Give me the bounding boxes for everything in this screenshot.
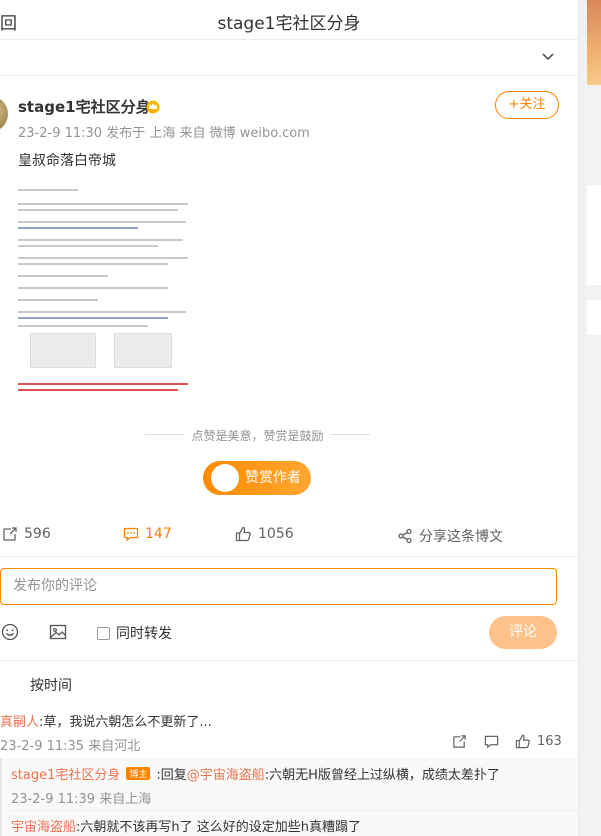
- like-count: 1056: [258, 526, 294, 542]
- divider: [0, 660, 578, 661]
- reply-item: stage1宅社区分身 博主 :回复@宇宙海盗船:六朝无H版曾经上过纵横，成绩太差扑…: [11, 764, 500, 783]
- comment-count: 147: [145, 526, 172, 542]
- repost-checkbox[interactable]: 同时转发: [97, 623, 172, 643]
- divider: [0, 556, 578, 557]
- reply-mention[interactable]: @宇宙海盗船: [187, 768, 265, 783]
- comment-icon[interactable]: [484, 734, 499, 749]
- repost-icon[interactable]: [452, 734, 467, 749]
- repost-checkbox-label: 同时转发: [116, 626, 172, 642]
- comment-item: 真嗣人:草，我说六朝怎么不更新了...: [0, 711, 212, 730]
- side-card: [587, 185, 601, 285]
- share-label: 分享这条博文: [419, 529, 503, 545]
- like-action[interactable]: 1056: [235, 526, 294, 542]
- reply-text: :回复: [156, 768, 187, 783]
- share-action[interactable]: 分享这条博文: [397, 526, 503, 546]
- chevron-down-icon[interactable]: [540, 48, 556, 64]
- side-card: [587, 300, 601, 335]
- divider: [11, 810, 578, 811]
- author-name[interactable]: stage1宅社区分身: [18, 96, 151, 117]
- page-title: stage1宅社区分身: [217, 14, 361, 34]
- emoji-icon[interactable]: [1, 623, 19, 641]
- comment-like-count: 163: [537, 734, 562, 749]
- author-badge: 博主: [126, 767, 151, 780]
- comment-action[interactable]: 147: [123, 526, 172, 542]
- reply-text: :六朝就不该再写h了 这么好的设定加些h真糟蹋了: [76, 820, 362, 835]
- follow-button[interactable]: +关注: [495, 91, 559, 119]
- comment-text: :草，我说六朝怎么不更新了...: [39, 715, 212, 730]
- repost-count: 596: [24, 526, 51, 542]
- comment-actions: [484, 734, 499, 749]
- reply-user[interactable]: stage1宅社区分身: [11, 768, 120, 783]
- reply-indent-bar: [0, 758, 2, 836]
- sort-by-time-tab[interactable]: 按时间: [30, 675, 72, 695]
- crown-icon: [146, 100, 160, 114]
- comment-like[interactable]: 163: [515, 734, 562, 749]
- share-icon: [398, 528, 412, 544]
- comment-actions: [452, 734, 467, 749]
- reward-avatar-icon: [211, 464, 239, 492]
- reply-text: :六朝无H版曾经上过纵横，成绩太差扑了: [264, 768, 500, 783]
- avatar[interactable]: [0, 96, 8, 132]
- thumbs-up-icon: [515, 734, 530, 749]
- side-banner-image[interactable]: [587, 0, 601, 85]
- comment-input[interactable]: 发布你的评论: [0, 568, 557, 605]
- image-icon[interactable]: [49, 623, 67, 641]
- reply-list: stage1宅社区分身 博主 :回复@宇宙海盗船:六朝无H版曾经上过纵横，成绩太差扑…: [0, 758, 578, 836]
- reply-user[interactable]: 宇宙海盗船: [11, 820, 76, 835]
- comment-meta: 23-2-9 11:35 来自河北: [0, 739, 141, 754]
- side-panel: [578, 0, 601, 836]
- reward-label: 赞赏作者: [245, 470, 301, 486]
- reward-caption: 点赞是美意，赞赏是鼓励: [145, 427, 370, 443]
- post-meta: 23-2-9 11:30 发布于 上海 来自 微博 weibo.com: [18, 126, 310, 141]
- reply-item: 宇宙海盗船:六朝就不该再写h了 这么好的设定加些h真糟蹋了: [11, 816, 361, 835]
- reward-author-button[interactable]: 赞赏作者: [203, 461, 311, 495]
- post-image[interactable]: [18, 183, 198, 395]
- repost-icon: [3, 527, 17, 541]
- top-bar: 回 stage1宅社区分身: [0, 0, 578, 40]
- checkbox-icon: [97, 626, 110, 640]
- thumbs-up-icon: [235, 526, 251, 542]
- comment-icon: [123, 527, 139, 542]
- divider: [0, 75, 578, 76]
- post-text: 皇叔命落白帝城: [18, 153, 116, 169]
- repost-action[interactable]: 596: [2, 526, 51, 542]
- comment-submit-button[interactable]: 评论: [489, 616, 557, 649]
- comment-user[interactable]: 真嗣人: [0, 715, 39, 730]
- reply-meta: 23-2-9 11:39 来自上海: [11, 792, 152, 807]
